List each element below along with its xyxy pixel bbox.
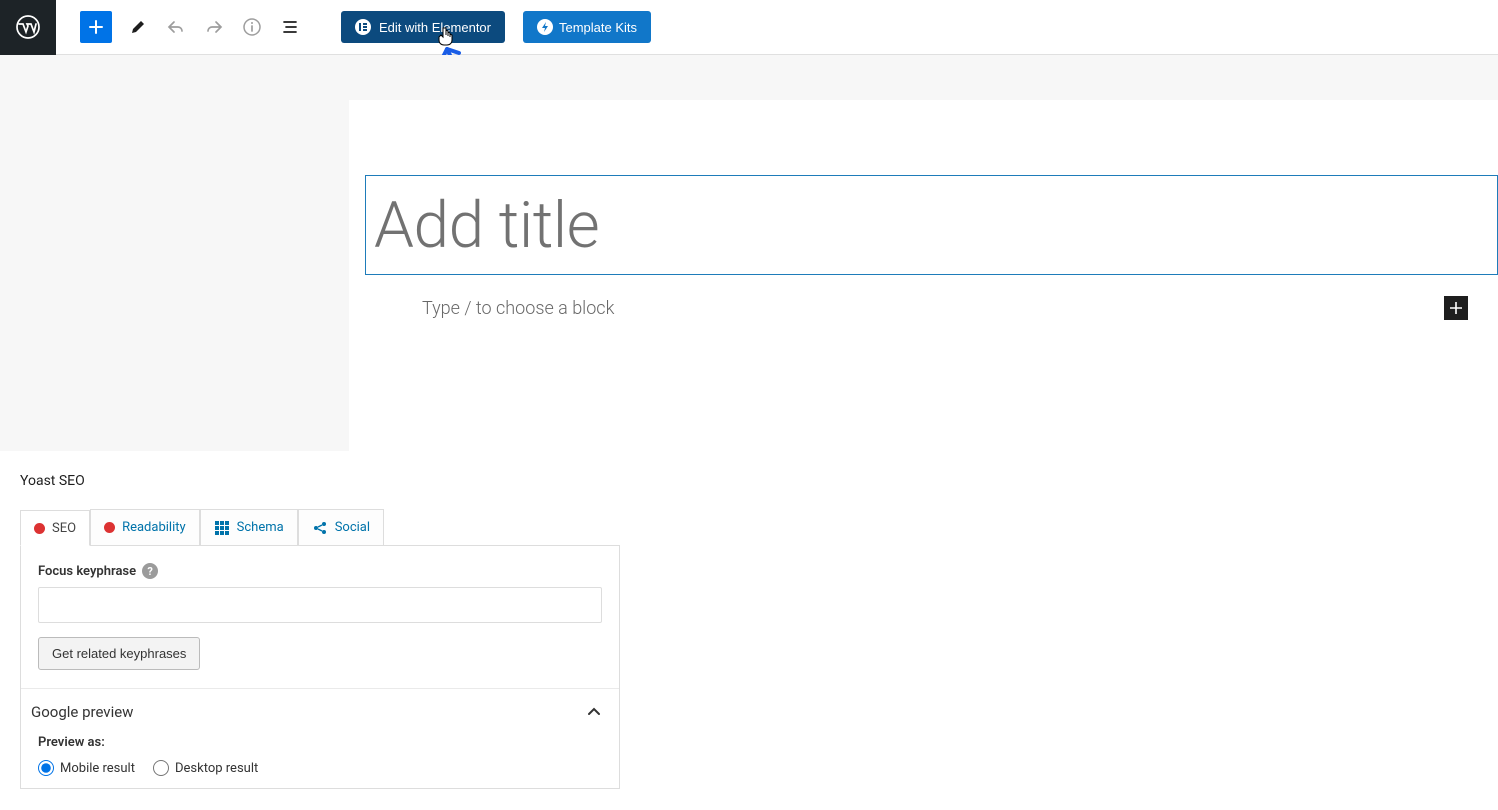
insert-block-button[interactable] xyxy=(1444,296,1468,320)
template-kits-button[interactable]: Template Kits xyxy=(523,11,651,43)
share-icon xyxy=(312,520,328,536)
radio-mobile-input[interactable] xyxy=(38,760,54,776)
post-title-input[interactable]: Add title xyxy=(365,175,1498,275)
radio-mobile[interactable]: Mobile result xyxy=(38,760,135,776)
wordpress-icon xyxy=(16,15,40,39)
grid-icon xyxy=(214,520,230,536)
tab-readability[interactable]: Readability xyxy=(90,509,200,545)
post-editor: Add title Type / to choose a block xyxy=(349,100,1498,451)
undo-button[interactable] xyxy=(160,11,192,43)
tab-schema-label: Schema xyxy=(237,520,284,535)
radio-desktop-input[interactable] xyxy=(153,760,169,776)
focus-keyphrase-label: Focus keyphrase ? xyxy=(38,563,602,579)
editor-toolbar: Edit with Elementor Template Kits xyxy=(0,0,1498,55)
tab-seo[interactable]: SEO xyxy=(20,510,90,546)
google-preview-label: Google preview xyxy=(31,703,133,721)
chevron-up-icon xyxy=(586,704,602,720)
tab-readability-label: Readability xyxy=(122,520,186,535)
preview-as-label: Preview as: xyxy=(38,735,602,750)
radio-desktop[interactable]: Desktop result xyxy=(153,760,258,776)
info-icon xyxy=(242,17,262,37)
pencil-icon xyxy=(128,17,148,37)
get-related-keyphrases-button[interactable]: Get related keyphrases xyxy=(38,637,200,670)
undo-icon xyxy=(166,17,186,37)
help-icon[interactable]: ? xyxy=(142,563,158,579)
redo-button[interactable] xyxy=(198,11,230,43)
google-preview-toggle[interactable]: Google preview xyxy=(21,689,619,735)
radio-desktop-label: Desktop result xyxy=(175,761,258,776)
status-dot-icon xyxy=(104,522,115,533)
redo-icon xyxy=(204,17,224,37)
tab-schema[interactable]: Schema xyxy=(200,509,298,545)
radio-mobile-label: Mobile result xyxy=(60,761,135,776)
yoast-metabox: Yoast SEO SEO Readability Schema Social xyxy=(0,451,1498,789)
elementor-icon xyxy=(355,19,371,35)
preview-radio-group: Mobile result Desktop result xyxy=(38,760,602,776)
editor-canvas: Add title Type / to choose a block xyxy=(0,55,1498,451)
plus-icon xyxy=(86,17,106,37)
elementor-button-label: Edit with Elementor xyxy=(379,20,491,35)
outline-button[interactable] xyxy=(274,11,306,43)
post-title-placeholder: Add title xyxy=(374,188,599,263)
toolbar-tools xyxy=(116,11,306,43)
wordpress-logo[interactable] xyxy=(0,0,56,55)
tab-social[interactable]: Social xyxy=(298,509,384,545)
bolt-icon xyxy=(537,19,553,35)
yoast-title: Yoast SEO xyxy=(20,473,1478,489)
block-prompt[interactable]: Type / to choose a block xyxy=(422,298,614,319)
list-icon xyxy=(280,17,300,37)
focus-keyphrase-text: Focus keyphrase xyxy=(38,564,136,579)
focus-keyphrase-input[interactable] xyxy=(38,587,602,623)
plus-icon xyxy=(1447,299,1465,317)
details-button[interactable] xyxy=(236,11,268,43)
tab-seo-label: SEO xyxy=(52,521,76,536)
add-block-button[interactable] xyxy=(80,11,112,43)
edit-with-elementor-button[interactable]: Edit with Elementor xyxy=(341,11,505,43)
tab-social-label: Social xyxy=(335,520,370,535)
status-dot-icon xyxy=(34,523,45,534)
yoast-tabs: SEO Readability Schema Social xyxy=(20,509,1478,545)
default-block-row: Type / to choose a block xyxy=(422,296,1468,320)
edit-mode-button[interactable] xyxy=(122,11,154,43)
yoast-panel: Focus keyphrase ? Get related keyphrases… xyxy=(20,545,620,789)
template-kits-label: Template Kits xyxy=(559,20,637,35)
